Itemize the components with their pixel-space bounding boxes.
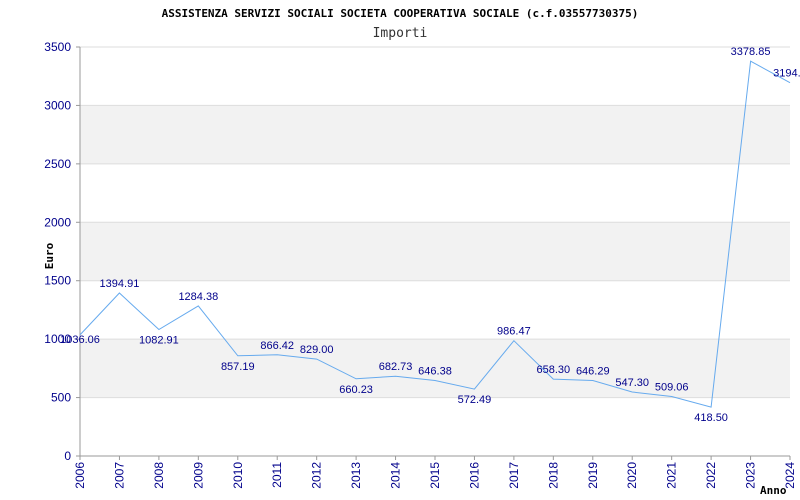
data-label: 660.23 bbox=[339, 384, 373, 396]
data-label: 3194.8 bbox=[773, 68, 800, 80]
x-tick-label: 2006 bbox=[73, 462, 87, 489]
data-label: 572.49 bbox=[458, 394, 492, 406]
line-chart: 0500100015002000250030003500 2006 2007 200… bbox=[43, 7, 800, 497]
band bbox=[80, 105, 790, 164]
y-tick-label: 500 bbox=[51, 391, 71, 405]
x-tick-label: 2009 bbox=[191, 462, 205, 489]
data-label: 1394.91 bbox=[100, 278, 140, 290]
data-label: 646.38 bbox=[418, 365, 452, 377]
x-tick-label: 2018 bbox=[546, 462, 560, 489]
background-bands bbox=[80, 105, 790, 398]
y-axis-label: Euro bbox=[43, 242, 56, 269]
x-tick-label: 2011 bbox=[270, 462, 284, 488]
y-tick-label: 3500 bbox=[44, 40, 71, 54]
y-tick-label: 0 bbox=[64, 449, 71, 463]
chart-subtitle: Importi bbox=[373, 26, 428, 41]
y-tick-label: 2500 bbox=[44, 157, 71, 171]
band bbox=[80, 222, 790, 281]
x-tick-label: 2017 bbox=[507, 462, 521, 489]
x-axis-label: Anno bbox=[760, 484, 787, 497]
y-tick-label: 1500 bbox=[44, 274, 71, 288]
data-label: 646.29 bbox=[576, 365, 610, 377]
data-label: 509.06 bbox=[655, 382, 689, 394]
data-label: 547.30 bbox=[615, 377, 649, 389]
x-tick-label: 2014 bbox=[389, 462, 403, 489]
data-label: 682.73 bbox=[379, 361, 413, 373]
data-label: 1082.91 bbox=[139, 334, 179, 346]
data-label: 1036.06 bbox=[60, 334, 100, 346]
data-label: 658.30 bbox=[537, 364, 571, 376]
x-tick-label: 2016 bbox=[467, 462, 481, 489]
x-tick-labels: 2006 2007 2008 2009 2010 2011 2012 2013 2014 2015… bbox=[73, 462, 797, 489]
x-tick-label: 2019 bbox=[586, 462, 600, 489]
data-label: 418.50 bbox=[694, 412, 728, 424]
data-label: 986.47 bbox=[497, 326, 531, 338]
data-label: 3378.85 bbox=[731, 46, 771, 58]
data-label: 866.42 bbox=[260, 340, 294, 352]
x-tick-label: 2020 bbox=[625, 462, 639, 489]
x-tick-label: 2022 bbox=[704, 462, 718, 489]
x-tick-label: 2023 bbox=[744, 462, 758, 489]
x-tick-label: 2013 bbox=[349, 462, 363, 489]
data-label: 829.00 bbox=[300, 344, 334, 356]
x-tick-label: 2012 bbox=[310, 462, 324, 489]
data-label: 1284.38 bbox=[178, 291, 218, 303]
chart-title: ASSISTENZA SERVIZI SOCIALI SOCIETA COOPE… bbox=[162, 7, 639, 20]
x-tick-label: 2007 bbox=[112, 462, 126, 489]
x-tick-label: 2010 bbox=[231, 462, 245, 489]
x-tick-label: 2015 bbox=[428, 462, 442, 489]
x-tick-label: 2008 bbox=[152, 462, 166, 489]
x-tick-label: 2021 bbox=[665, 462, 679, 489]
data-label: 857.19 bbox=[221, 361, 255, 373]
y-tick-label: 2000 bbox=[44, 215, 71, 229]
y-tick-label: 3000 bbox=[44, 98, 71, 112]
